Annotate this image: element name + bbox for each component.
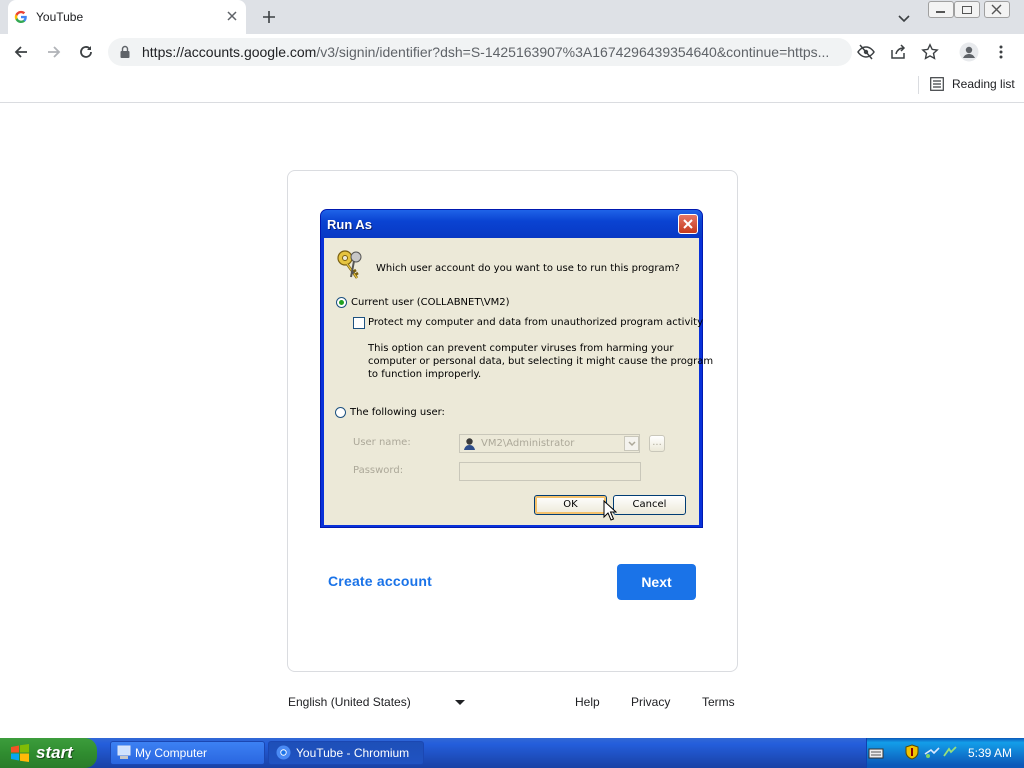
close-x-icon: [683, 219, 693, 229]
network-activity-icon[interactable]: [942, 745, 958, 759]
bookmarks-separator: [918, 76, 919, 94]
start-label: start: [36, 743, 73, 762]
bookmarks-bar: [0, 70, 1024, 103]
bookmark-star-icon[interactable]: [921, 43, 939, 61]
window-controls: [926, 0, 1020, 18]
protect-checkbox[interactable]: [353, 317, 365, 329]
help-link[interactable]: Help: [575, 695, 600, 709]
username-value: VM2\Administrator: [481, 438, 575, 449]
back-arrow-icon[interactable]: [12, 43, 30, 61]
username-dropdown-button[interactable]: [624, 436, 639, 451]
forward-arrow-icon[interactable]: [45, 43, 63, 61]
following-user-label[interactable]: The following user:: [350, 407, 445, 418]
create-account-link[interactable]: Create account: [328, 573, 432, 589]
my-computer-icon: [117, 745, 131, 759]
tab-title: YouTube: [36, 10, 84, 24]
dialog-close-button[interactable]: [678, 214, 698, 234]
chromium-icon: [276, 745, 291, 760]
dialog-body: Which user account do you want to use to…: [324, 238, 713, 525]
reload-icon[interactable]: [77, 43, 95, 61]
url-text[interactable]: https://accounts.google.com/v3/signin/id…: [142, 44, 829, 60]
eye-slash-icon[interactable]: [857, 44, 875, 60]
tab-search-chevron-icon[interactable]: [896, 10, 912, 26]
window-close-button[interactable]: [984, 1, 1010, 18]
more-menu-icon[interactable]: [997, 44, 1005, 60]
clock: 5:39 AM: [968, 746, 1013, 760]
next-button[interactable]: Next: [617, 564, 696, 600]
cancel-button[interactable]: Cancel: [613, 495, 686, 515]
reading-list-button[interactable]: Reading list: [952, 77, 1015, 91]
google-favicon-icon: [14, 10, 27, 23]
taskbar-item-label: My Computer: [135, 746, 208, 760]
current-user-label[interactable]: Current user (COLLABNET\VM2): [351, 297, 510, 308]
following-user-radio[interactable]: [335, 407, 346, 418]
windows-logo-icon: [11, 744, 29, 762]
user-icon: [464, 438, 475, 450]
reading-list-icon[interactable]: [930, 77, 944, 91]
lock-icon[interactable]: [119, 45, 131, 59]
minimize-button[interactable]: [928, 1, 954, 18]
terms-link[interactable]: Terms: [702, 695, 735, 709]
chevron-down-icon: [628, 441, 636, 447]
mouse-cursor-icon: [603, 500, 617, 521]
language-dropdown-icon[interactable]: [455, 700, 465, 705]
url-host: https://accounts.google.com: [142, 44, 317, 60]
profile-avatar-icon[interactable]: [958, 42, 980, 62]
network-icon[interactable]: [924, 745, 940, 759]
protect-label[interactable]: Protect my computer and data from unauth…: [368, 317, 703, 328]
dialog-question: Which user account do you want to use to…: [376, 263, 680, 274]
share-icon[interactable]: [889, 44, 907, 60]
restore-button[interactable]: [954, 1, 980, 18]
taskbar-item-label: YouTube - Chromium: [296, 746, 410, 760]
current-user-radio[interactable]: [336, 297, 347, 308]
url-path: /v3/signin/identifier?dsh=S-1425163907%3…: [316, 44, 830, 60]
keys-icon: [337, 250, 362, 279]
keyboard-icon[interactable]: [868, 746, 884, 760]
password-field[interactable]: [459, 462, 641, 481]
password-label: Password:: [353, 465, 404, 476]
close-tab-icon[interactable]: [224, 8, 240, 24]
username-label: User name:: [353, 437, 411, 448]
info-line: This option can prevent computer viruses…: [368, 343, 674, 354]
language-select[interactable]: English (United States): [288, 695, 411, 709]
privacy-link[interactable]: Privacy: [631, 695, 670, 709]
ok-button[interactable]: OK: [534, 495, 607, 515]
username-combobox[interactable]: VM2\Administrator: [459, 434, 640, 453]
run-as-dialog: Run As Which user account do you want to…: [320, 209, 713, 528]
info-line: computer or personal data, but selecting…: [368, 356, 714, 367]
dialog-titlebar[interactable]: Run As: [321, 210, 702, 238]
info-line: to function improperly.: [368, 369, 482, 380]
security-shield-icon[interactable]: [905, 744, 919, 760]
new-tab-icon[interactable]: [260, 8, 278, 26]
browse-button[interactable]: ...: [649, 435, 665, 452]
dialog-title: Run As: [327, 217, 373, 232]
